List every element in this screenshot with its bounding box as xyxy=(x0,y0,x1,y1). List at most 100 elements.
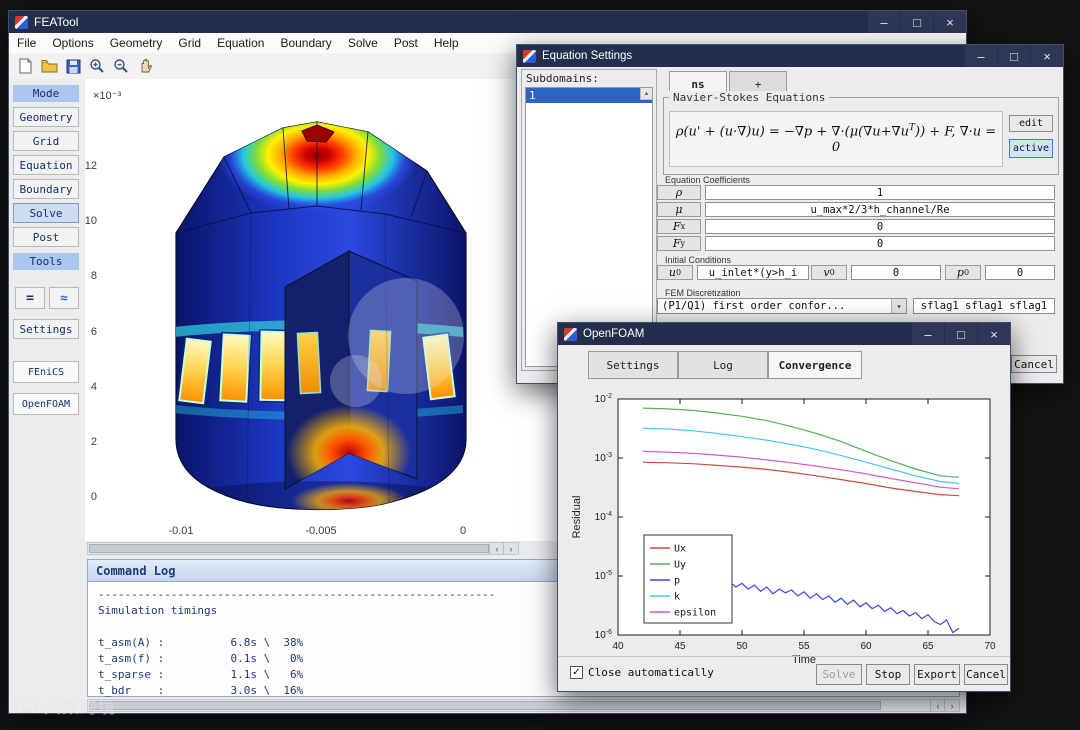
solution-plot-3d xyxy=(121,101,501,531)
sidebar-item-grid[interactable]: Grid xyxy=(13,131,79,151)
subdomain-item[interactable]: 1 xyxy=(526,88,652,103)
sidebar-item-fenics[interactable]: FEniCS xyxy=(13,361,79,383)
coefficient-μ-label[interactable]: μ xyxy=(657,202,701,217)
menu-boundary[interactable]: Boundary xyxy=(272,33,339,53)
active-button[interactable]: active xyxy=(1009,139,1053,158)
fem-shape-function-dropdown[interactable]: (P1/Q1) first order confor... ▾ xyxy=(657,298,907,314)
command-log-title: Command Log xyxy=(96,564,175,578)
top-hotspot xyxy=(218,101,418,213)
new-file-icon[interactable] xyxy=(14,55,36,77)
maximize-button[interactable]: □ xyxy=(901,11,933,33)
sidebar-item-solve[interactable]: Solve xyxy=(13,203,79,223)
svg-text:p: p xyxy=(674,576,680,587)
tab-settings[interactable]: Settings xyxy=(588,351,678,379)
svg-text:70: 70 xyxy=(984,641,996,652)
menu-solve[interactable]: Solve xyxy=(340,33,386,53)
sidebar-header-mode: Mode xyxy=(13,85,79,102)
equation-dialog-titlebar[interactable]: Equation Settings –□× xyxy=(517,45,1063,67)
fem-flags-field[interactable] xyxy=(913,298,1055,314)
cancel-button[interactable]: Cancel xyxy=(964,664,1008,685)
maximize-button[interactable]: □ xyxy=(998,45,1030,67)
menu-file[interactable]: File xyxy=(9,33,44,53)
solve-button[interactable]: Solve xyxy=(816,664,862,685)
tab-log[interactable]: Log xyxy=(678,351,768,379)
scroll-right-arrow[interactable]: › xyxy=(944,700,959,711)
svg-text:epsilon: epsilon xyxy=(674,608,716,619)
menu-help[interactable]: Help xyxy=(426,33,467,53)
close-automatically-checkbox[interactable]: ✓ xyxy=(570,666,583,679)
desktop-background: FEATool –□× FileOptionsGeometryGridEquat… xyxy=(0,0,1080,730)
save-icon[interactable] xyxy=(62,55,84,77)
sidebar-item-openfoam[interactable]: OpenFOAM xyxy=(13,393,79,415)
menu-grid[interactable]: Grid xyxy=(170,33,209,53)
menu-geometry[interactable]: Geometry xyxy=(102,33,171,53)
minimize-button[interactable]: – xyxy=(868,11,900,33)
zoom-out-icon[interactable] xyxy=(110,55,132,77)
main-titlebar[interactable]: FEATool –□× xyxy=(9,11,966,33)
menu-post[interactable]: Post xyxy=(386,33,426,53)
initial-condition-field[interactable] xyxy=(697,265,809,280)
y-axis-exponent: ×10⁻³ xyxy=(93,89,121,102)
scroll-up-icon[interactable]: ▲ xyxy=(640,88,652,100)
y-axis-label: Residual xyxy=(571,496,583,539)
window-controls: –□× xyxy=(912,323,1010,345)
watermark: 大数跨境 xyxy=(12,692,116,718)
scroll-left-arrow[interactable]: ‹ xyxy=(930,700,945,711)
window-horizontal-scrollbar[interactable]: ‹ › xyxy=(87,699,960,712)
window-title: FEATool xyxy=(34,15,78,29)
export-button[interactable]: Export xyxy=(914,664,960,685)
svg-text:10-3: 10-3 xyxy=(595,452,612,464)
sidebar-item-boundary[interactable]: Boundary xyxy=(13,179,79,199)
minimize-button[interactable]: – xyxy=(912,323,944,345)
coefficient-field[interactable] xyxy=(705,185,1055,200)
x-tick-label: 0 xyxy=(433,525,493,537)
close-button[interactable]: × xyxy=(978,323,1010,345)
sidebar-item-geometry[interactable]: Geometry xyxy=(13,107,79,127)
equation-tool-button[interactable]: = xyxy=(15,287,45,309)
mode-sidebar: Mode Geometry Grid Equation Boundary Solve Pos… xyxy=(9,79,85,713)
sidebar-item-equation[interactable]: Equation xyxy=(13,155,79,175)
sidebar-item-settings[interactable]: Settings xyxy=(13,319,79,339)
groupbox-title: Navier-Stokes Equations xyxy=(669,91,829,104)
coefficient-field[interactable] xyxy=(705,236,1055,251)
sidebar-item-post[interactable]: Post xyxy=(13,227,79,247)
close-button[interactable]: × xyxy=(1031,45,1063,67)
plot-horizontal-scrollbar[interactable]: ‹ › xyxy=(87,542,519,555)
cancel-button[interactable]: Cancel xyxy=(1011,355,1057,373)
equation-coefficients-label: Equation Coefficients xyxy=(665,175,750,185)
menu-options[interactable]: Options xyxy=(44,33,101,53)
open-folder-icon[interactable] xyxy=(38,55,60,77)
featool-app-icon xyxy=(15,16,28,29)
menu-equation[interactable]: Equation xyxy=(209,33,272,53)
svg-text:10-6: 10-6 xyxy=(595,629,612,641)
scroll-right-arrow[interactable]: › xyxy=(503,543,518,554)
coefficient-field[interactable] xyxy=(705,219,1055,234)
scroll-left-arrow[interactable]: ‹ xyxy=(489,543,504,554)
equation-display: ρ(u' + (u·∇)u) = −∇p + ∇·(μ(∇u+∇uT)) + F… xyxy=(669,111,1003,167)
close-button[interactable]: × xyxy=(934,11,966,33)
openfoam-dialog-titlebar[interactable]: OpenFOAM –□× xyxy=(558,323,1010,345)
coefficient-x-label[interactable]: Fx xyxy=(657,219,701,234)
initial-condition-field[interactable] xyxy=(985,265,1055,280)
coefficient-y-label[interactable]: Fy xyxy=(657,236,701,251)
edit-button[interactable]: edit xyxy=(1009,115,1053,132)
initial-p0-label[interactable]: p0 xyxy=(945,265,981,280)
coefficient-field[interactable] xyxy=(705,202,1055,217)
initial-u0-label[interactable]: u0 xyxy=(657,265,693,280)
coefficient-ρ-label[interactable]: ρ xyxy=(657,185,701,200)
stop-button[interactable]: Stop xyxy=(866,664,910,685)
svg-text:10-4: 10-4 xyxy=(595,511,612,523)
initial-v0-label[interactable]: v0 xyxy=(811,265,847,280)
chevron-down-icon: ▾ xyxy=(891,299,906,313)
subdomains-label: Subdomains: xyxy=(526,72,599,85)
tab-convergence[interactable]: Convergence xyxy=(768,351,862,379)
featool-logo-icon[interactable]: ≈ xyxy=(49,287,79,309)
minimize-button[interactable]: – xyxy=(965,45,997,67)
window-controls: –□× xyxy=(965,45,1063,67)
zoom-in-icon[interactable] xyxy=(86,55,108,77)
maximize-button[interactable]: □ xyxy=(945,323,977,345)
openfoam-dialog: OpenFOAM –□× SettingsLogConvergence 4045… xyxy=(557,322,1011,692)
equation-settings-icon xyxy=(523,50,536,63)
pan-hand-icon[interactable] xyxy=(134,55,156,77)
initial-condition-field[interactable] xyxy=(851,265,941,280)
